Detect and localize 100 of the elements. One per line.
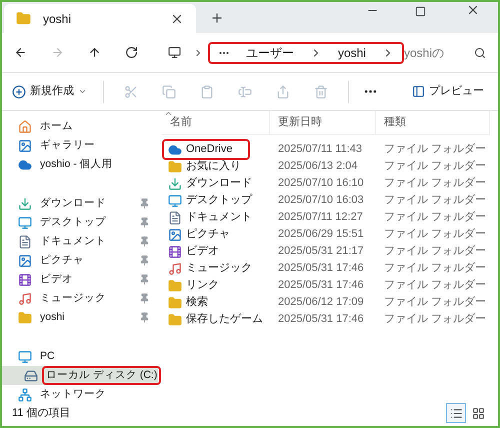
type-cell-text: ファイル フォルダー (383, 176, 486, 192)
modified-cell-text: 2025/07/10 16:10 (277, 176, 365, 192)
sidebar-label: ミュージック (39, 290, 107, 306)
list-icon (450, 406, 462, 420)
modified-cell-text: 2025/05/31 17:46 (277, 278, 365, 294)
type-cell-text: ファイル フォルダー (383, 312, 486, 328)
file-name: ドキュメント (186, 210, 253, 226)
sidebar-item[interactable]: ネットワーク (2, 385, 158, 404)
sidebar-item[interactable]: デスクトップ (2, 213, 158, 232)
type-cell-text: ファイル フォルダー (383, 210, 486, 226)
sidebar-item[interactable]: yoshio - 個人用 (2, 155, 158, 174)
type-cell-text: ファイル フォルダー (383, 193, 486, 208)
pin-icon[interactable] (139, 217, 150, 228)
type-cell-text: ファイル フォルダー (383, 227, 486, 242)
modified-cell-text: 2025/06/12 17:09 (277, 295, 365, 310)
search-field[interactable]: yoshiの (404, 44, 460, 62)
sidebar-label: ドキュメント (39, 234, 107, 249)
details-view-button[interactable] (446, 403, 466, 423)
file-name: デスクトップ (186, 192, 254, 208)
file-name: OneDrive (186, 142, 234, 158)
sidebar-item[interactable]: ピクチャ (2, 251, 158, 270)
sidebar-item[interactable]: ダウンロード (2, 194, 158, 213)
pc-icon[interactable] (168, 45, 182, 60)
breadcrumb-item[interactable]: ユーザー (242, 44, 298, 62)
cloud-icon (168, 142, 182, 156)
search-icon (474, 46, 486, 58)
pin-icon[interactable] (139, 236, 150, 247)
sidebar-label: PC (39, 348, 56, 364)
sort-icon (164, 109, 173, 118)
type-cell-text: ファイル フォルダー (383, 159, 486, 174)
new-button[interactable]: 新規作成 (12, 83, 95, 100)
pin-icon[interactable] (139, 255, 150, 266)
document-icon (18, 234, 32, 248)
sidebar-item[interactable]: yoshi (2, 308, 158, 327)
folder-icon (168, 160, 182, 174)
tab-title: yoshi (43, 10, 72, 28)
breadcrumb-item[interactable]: yoshi (334, 44, 370, 62)
plus-icon (12, 84, 26, 98)
file-name-cell[interactable]: OneDrive (162, 139, 250, 160)
forward-icon[interactable] (51, 45, 64, 60)
sidebar-item[interactable]: ビデオ (2, 270, 158, 289)
cloud-icon (18, 158, 32, 172)
sidebar-item[interactable]: ホーム (2, 117, 158, 136)
preview-button[interactable]: プレビュー (412, 83, 488, 100)
document-icon (168, 210, 182, 224)
sidebar-label: ビデオ (39, 272, 74, 287)
image-icon (18, 254, 32, 268)
sidebar-label: ホーム (39, 118, 74, 134)
modified-cell-text: 2025/07/11 12:27 (277, 210, 364, 226)
sidebar-item[interactable]: PC (2, 347, 158, 366)
sidebar-label: yoshi (39, 310, 66, 325)
window-tab[interactable]: yoshi (4, 4, 196, 33)
column-header[interactable]: 名前 (162, 111, 270, 134)
pin-icon[interactable] (139, 198, 150, 209)
back-icon[interactable] (14, 45, 28, 60)
file-name: 保存したゲーム (186, 312, 264, 328)
download-icon (18, 196, 32, 210)
sidebar-item[interactable]: ローカル ディスク (C:) (2, 366, 158, 385)
music-icon (168, 262, 182, 276)
drive-icon (24, 368, 38, 382)
up-icon[interactable] (88, 45, 102, 60)
close-icon[interactable] (466, 3, 480, 17)
modified-cell-text: 2025/05/31 17:46 (277, 261, 365, 276)
modified-cell-text: 2025/05/31 17:46 (277, 312, 365, 328)
grid-icon (472, 406, 484, 420)
type-cell-text: ファイル フォルダー (383, 261, 486, 276)
film-icon (18, 272, 32, 286)
sidebar-label: ギャラリー (39, 138, 96, 153)
modified-cell-text: 2025/06/13 2:04 (277, 159, 359, 174)
film-icon (168, 244, 182, 258)
sidebar-item[interactable]: ギャラリー (2, 136, 158, 155)
folder-icon (168, 296, 182, 310)
item-count: 11 個の項目 (12, 406, 70, 421)
file-name: リンク (186, 278, 220, 294)
file-name: お気に入り (186, 159, 242, 174)
folder-icon (16, 11, 31, 26)
file-name: ビデオ (186, 244, 220, 260)
pin-icon[interactable] (139, 293, 150, 304)
type-cell-text: ファイル フォルダー (383, 142, 486, 158)
refresh-icon[interactable] (125, 45, 138, 60)
monitor-icon (168, 194, 182, 208)
sidebar-label: yoshio - 個人用 (39, 156, 114, 172)
folder-icon (168, 312, 182, 326)
folder-icon (168, 278, 182, 292)
pin-icon[interactable] (139, 312, 150, 323)
sidebar-item[interactable]: ミュージック (2, 289, 158, 308)
file-name: 検索 (186, 294, 209, 310)
music-icon (18, 292, 32, 306)
sidebar-label: ピクチャ (39, 252, 85, 268)
type-cell-text: ファイル フォルダー (383, 278, 486, 294)
sidebar-label: ネットワーク (39, 386, 107, 402)
file-name: ダウンロード (186, 176, 253, 192)
column-header[interactable]: 種類 (376, 111, 490, 134)
column-header[interactable]: 更新日時 (270, 111, 376, 134)
sidebar-label: ローカル ディスク (C:) (42, 366, 162, 386)
sidebar-item[interactable]: ドキュメント (2, 232, 158, 251)
caret-icon (78, 87, 87, 96)
new-tab-icon[interactable] (210, 11, 224, 25)
pin-icon[interactable] (139, 274, 150, 285)
maximize-icon[interactable] (415, 6, 426, 17)
